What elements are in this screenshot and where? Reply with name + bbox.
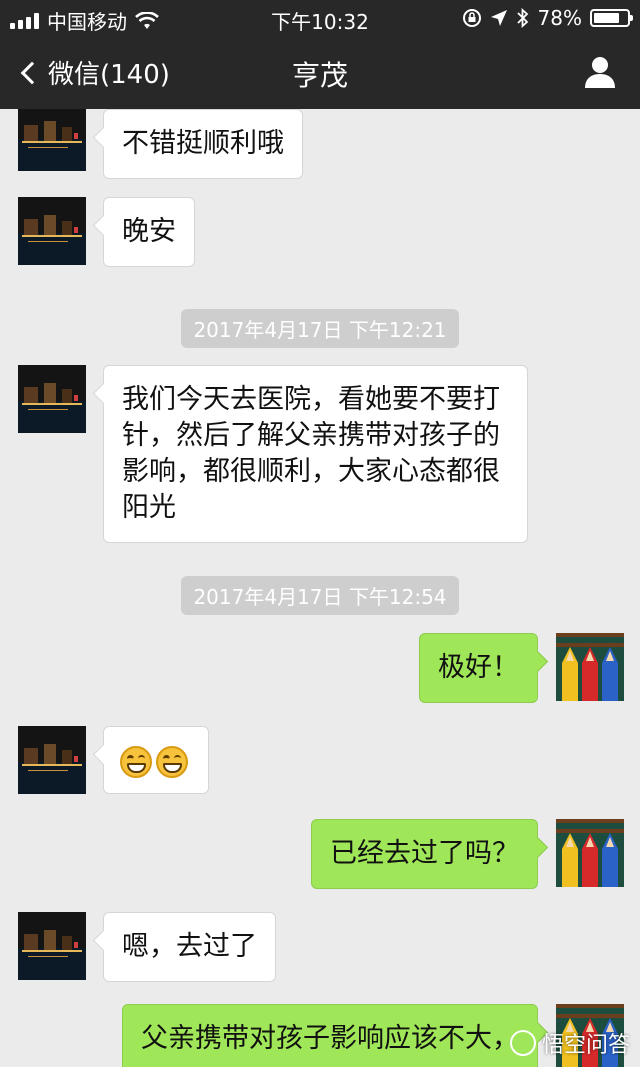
nav-bar: 微信(140) 亨茂 <box>0 36 640 109</box>
message-bubble-incoming[interactable]: 不错挺顺利哦 <box>103 109 303 179</box>
message-bubble-outgoing[interactable]: 极好！ <box>419 633 538 703</box>
contact-avatar[interactable] <box>18 365 86 433</box>
timestamp: 2017年4月17日 下午12:21 <box>0 309 640 348</box>
watermark: 悟空问答 <box>509 1027 630 1059</box>
message-bubble-incoming[interactable]: 嗯，去过了 <box>103 912 276 982</box>
contact-avatar[interactable] <box>18 197 86 265</box>
message-bubble-incoming[interactable] <box>103 726 209 794</box>
contact-avatar[interactable] <box>18 726 86 794</box>
my-avatar[interactable] <box>556 819 624 887</box>
contact-avatar[interactable] <box>18 912 86 980</box>
bluetooth-icon <box>516 8 528 28</box>
battery-percent: 78% <box>537 6 582 30</box>
my-avatar[interactable] <box>556 633 624 701</box>
location-icon <box>490 10 507 26</box>
message-bubble-incoming[interactable]: 晚安 <box>103 197 195 267</box>
timestamp: 2017年4月17日 下午12:54 <box>0 576 640 615</box>
user-icon[interactable] <box>582 54 618 90</box>
battery-icon <box>590 9 633 27</box>
chat-title: 亨茂 <box>291 59 348 92</box>
grin-emoji-icon <box>156 745 188 778</box>
chat-area[interactable]: 不错挺顺利哦 晚安 2017年4月17日 下午12:21 我们今天去医院，看她要… <box>0 109 640 1067</box>
contact-avatar[interactable] <box>18 109 86 171</box>
message-bubble-incoming[interactable]: 我们今天去医院，看她要不要打针，然后了解父亲携带对孩子的影响，都很顺利，大家心态… <box>103 365 528 543</box>
status-bar: 中国移动 下午10:32 78% <box>0 0 640 36</box>
lock-rotation-icon <box>462 9 481 27</box>
message-bubble-outgoing[interactable]: 父亲携带对孩子影响应该不大， <box>122 1004 538 1067</box>
message-bubble-outgoing[interactable]: 已经去过了吗？ <box>311 819 538 889</box>
grin-emoji-icon <box>120 745 152 778</box>
wukong-logo-icon <box>509 1030 536 1056</box>
